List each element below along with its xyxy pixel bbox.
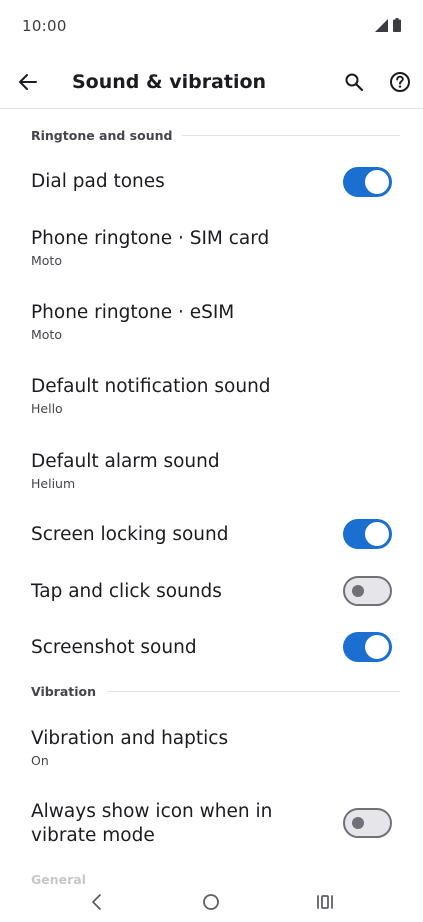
help-circle-icon bbox=[390, 72, 410, 92]
setting-row-phone-ringtone-sim[interactable]: Phone ringtone · SIM card Moto bbox=[0, 218, 423, 284]
switch-thumb bbox=[365, 635, 389, 659]
setting-row-vibration-and-haptics[interactable]: Vibration and haptics On bbox=[0, 718, 423, 784]
switch-thumb bbox=[365, 170, 389, 194]
setting-title-line1: Always show icon when in bbox=[31, 801, 273, 822]
help-button[interactable] bbox=[384, 66, 416, 98]
setting-row-tap-and-click-sounds[interactable]: Tap and click sounds bbox=[0, 563, 423, 619]
section-divider bbox=[182, 135, 400, 136]
navigation-bar bbox=[0, 884, 423, 922]
nav-recents-button[interactable] bbox=[310, 888, 340, 916]
screen-locking-sound-switch[interactable] bbox=[343, 519, 392, 549]
battery-icon bbox=[393, 18, 401, 32]
setting-subtitle: Hello bbox=[31, 401, 63, 416]
search-button[interactable] bbox=[338, 66, 370, 98]
switch-thumb bbox=[352, 585, 364, 597]
setting-row-screen-locking-sound[interactable]: Screen locking sound bbox=[0, 507, 423, 563]
arrow-left-icon bbox=[19, 74, 37, 90]
setting-row-phone-ringtone-esim[interactable]: Phone ringtone · eSIM Moto bbox=[0, 292, 423, 358]
always-show-vibrate-icon-switch[interactable] bbox=[343, 808, 392, 838]
setting-subtitle: Moto bbox=[31, 327, 62, 342]
section-header-ringtone: Ringtone and sound bbox=[31, 128, 400, 143]
section-divider bbox=[106, 691, 400, 692]
setting-subtitle: Moto bbox=[31, 253, 62, 268]
setting-title: Screenshot sound bbox=[31, 637, 197, 658]
search-icon bbox=[345, 73, 364, 92]
tap-and-click-sounds-switch[interactable] bbox=[343, 576, 392, 606]
status-icons bbox=[375, 18, 401, 32]
setting-subtitle: On bbox=[31, 753, 49, 768]
section-header-label: Vibration bbox=[31, 684, 97, 699]
setting-row-always-show-vibrate-icon[interactable]: Always show icon when in vibrate mode bbox=[0, 792, 423, 862]
setting-subtitle: Helium bbox=[31, 476, 76, 491]
switch-thumb bbox=[365, 522, 389, 546]
back-button[interactable] bbox=[12, 66, 44, 98]
setting-title: Phone ringtone · eSIM bbox=[31, 302, 235, 323]
status-bar: 10:00 bbox=[0, 0, 423, 50]
setting-title: Tap and click sounds bbox=[31, 581, 222, 602]
section-header-vibration: Vibration bbox=[31, 684, 400, 699]
setting-row-default-alarm-sound[interactable]: Default alarm sound Helium bbox=[0, 440, 423, 506]
section-header-label: Ringtone and sound bbox=[31, 128, 173, 143]
chevron-left-icon bbox=[92, 894, 101, 910]
dial-pad-tones-switch[interactable] bbox=[343, 167, 392, 197]
nav-home-button[interactable] bbox=[196, 888, 226, 916]
nav-back-button[interactable] bbox=[82, 888, 112, 916]
screenshot-sound-switch[interactable] bbox=[343, 632, 392, 662]
recents-icon bbox=[317, 895, 333, 909]
setting-title: Phone ringtone · SIM card bbox=[31, 228, 270, 249]
page-title: Sound & vibration bbox=[72, 71, 267, 93]
setting-row-screenshot-sound[interactable]: Screenshot sound bbox=[0, 620, 423, 676]
switch-thumb bbox=[352, 817, 364, 829]
setting-title: Default notification sound bbox=[31, 376, 271, 397]
setting-title: Default alarm sound bbox=[31, 451, 220, 472]
status-time: 10:00 bbox=[22, 17, 67, 35]
setting-title: Screen locking sound bbox=[31, 524, 229, 545]
setting-row-dial-pad-tones[interactable]: Dial pad tones bbox=[0, 154, 423, 210]
app-bar: Sound & vibration bbox=[0, 56, 423, 109]
signal-icon bbox=[375, 18, 388, 32]
setting-title: Vibration and haptics bbox=[31, 728, 229, 749]
setting-title: Dial pad tones bbox=[31, 171, 165, 192]
circle-home-icon bbox=[203, 894, 219, 910]
setting-title-line2: vibrate mode bbox=[31, 825, 155, 846]
setting-row-default-notification-sound[interactable]: Default notification sound Hello bbox=[0, 366, 423, 432]
